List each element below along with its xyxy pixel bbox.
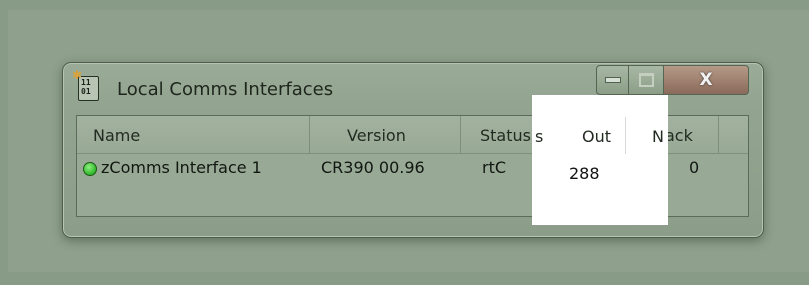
column-divider[interactable] <box>718 116 719 153</box>
column-header-out-overlay[interactable]: Out <box>582 127 611 146</box>
cell-status: rtC <box>482 158 507 177</box>
window-icon-text: 11 01 <box>81 78 91 96</box>
close-icon: X <box>699 70 713 90</box>
cell-version: CR390 00.96 <box>321 158 425 177</box>
caption-buttons: X <box>596 65 749 95</box>
highlight-overlay: s Out N 288 <box>532 95 668 225</box>
column-header-status[interactable]: Status <box>480 126 531 145</box>
status-indicator-icon <box>83 162 97 176</box>
minimize-icon <box>604 77 621 83</box>
cell-out-overlay: 288 <box>569 164 600 183</box>
maximize-icon <box>638 73 654 87</box>
column-divider <box>625 117 626 154</box>
minimize-button[interactable] <box>596 65 629 95</box>
maximize-button[interactable] <box>629 65 664 95</box>
cell-nack: 0 <box>689 158 700 177</box>
column-header-version[interactable]: Version <box>347 126 406 145</box>
close-button[interactable]: X <box>664 65 749 95</box>
column-header-status-suffix: s <box>535 127 544 146</box>
window-title: Local Comms Interfaces <box>117 79 334 100</box>
column-divider[interactable] <box>309 116 310 153</box>
column-header-name[interactable]: Name <box>93 126 140 145</box>
column-header-nack-overlay-start[interactable]: N <box>652 127 664 146</box>
cell-name: zComms Interface 1 <box>101 158 262 177</box>
column-divider[interactable] <box>460 116 461 153</box>
binary-document-icon: ✱ 11 01 <box>72 68 99 101</box>
